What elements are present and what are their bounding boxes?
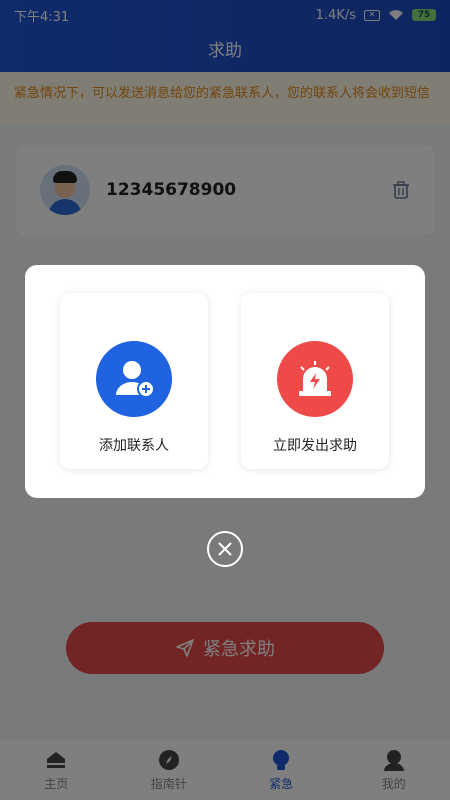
help-options-dialog: 添加联系人 立即发出求助 [25,265,425,498]
add-contact-icon [96,341,172,417]
add-contact-label: 添加联系人 [99,438,169,454]
close-icon [218,542,232,556]
send-help-option[interactable]: 立即发出求助 [241,293,389,469]
alarm-light-icon [277,341,353,417]
add-contact-option[interactable]: 添加联系人 [60,293,208,469]
send-help-label: 立即发出求助 [273,438,357,454]
close-dialog-button[interactable] [207,531,243,567]
